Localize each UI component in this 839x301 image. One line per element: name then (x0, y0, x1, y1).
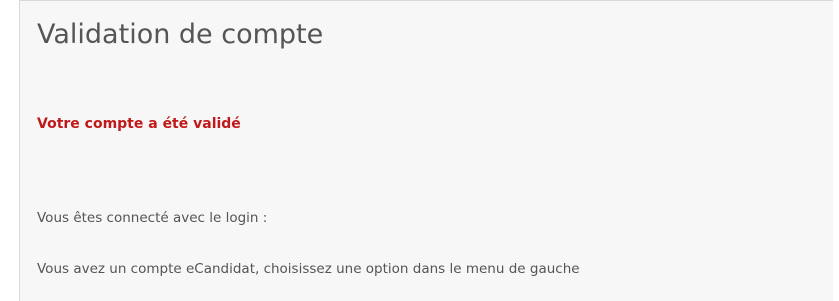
account-validation-panel: Validation de compte Votre compte a été … (19, 0, 833, 301)
menu-instruction-text: Vous avez un compte eCandidat, choisisse… (37, 261, 580, 277)
page-title: Validation de compte (37, 19, 324, 50)
login-info-text: Vous êtes connecté avec le login : (37, 210, 268, 226)
validation-status-message: Votre compte a été validé (37, 116, 241, 132)
